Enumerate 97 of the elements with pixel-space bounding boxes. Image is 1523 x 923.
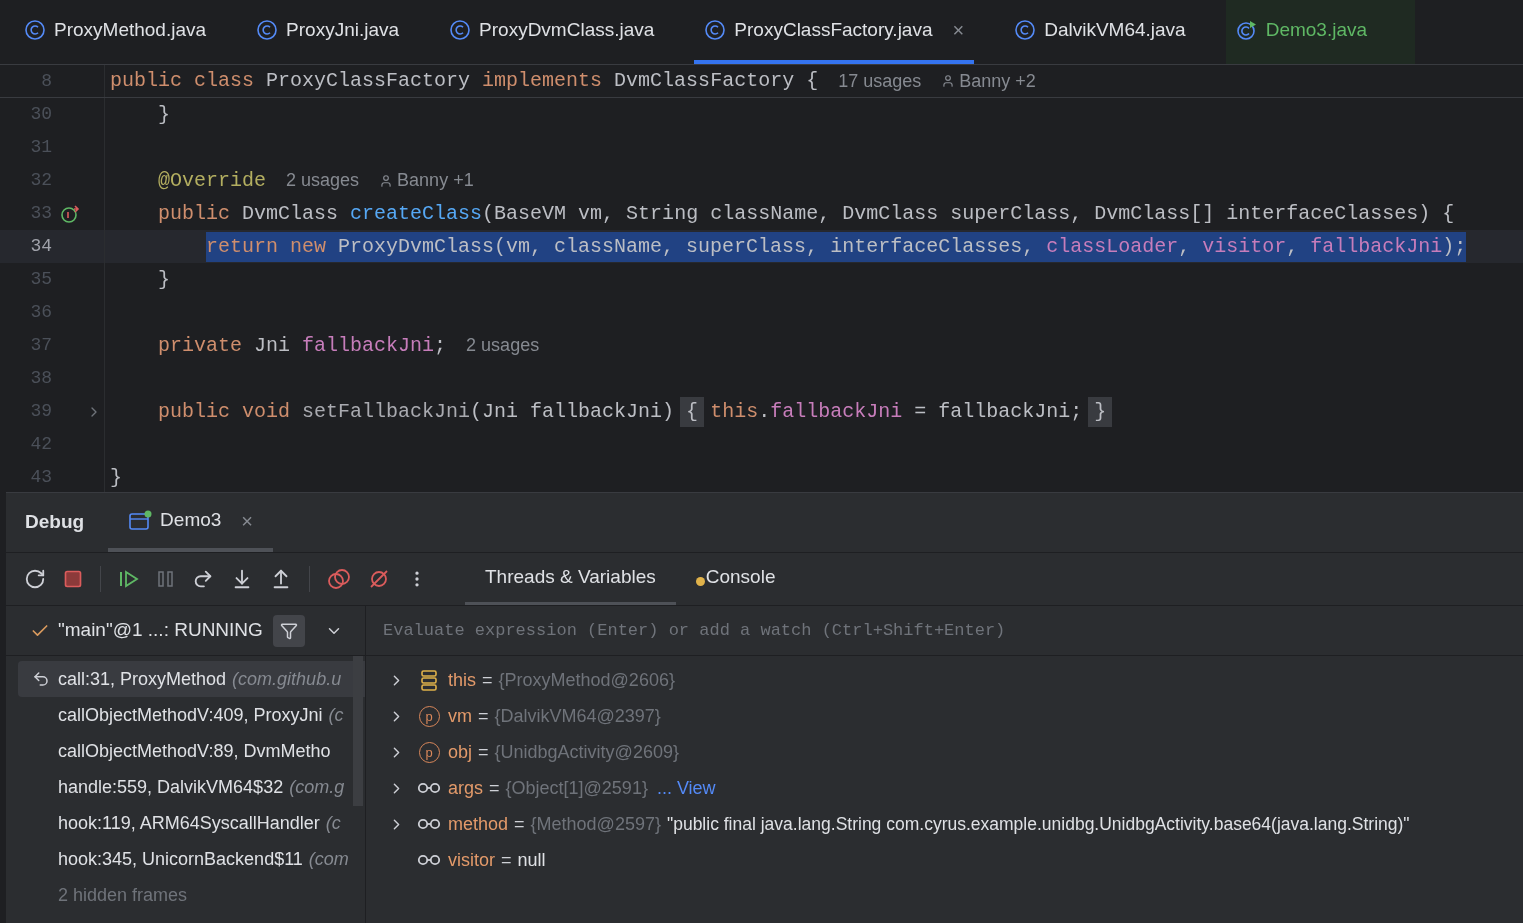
variable-name: args <box>448 776 483 800</box>
editor-tab[interactable]: ProxyMethod.java <box>14 0 217 64</box>
author-icon <box>379 173 394 188</box>
code-token: . <box>758 398 771 425</box>
filter-button[interactable] <box>272 614 305 647</box>
variable-name: method <box>448 812 509 836</box>
override-icon[interactable] <box>60 203 82 224</box>
variable-name: vm <box>448 704 472 728</box>
code-token: = fallbackJni; <box>913 398 1083 425</box>
editor-tab[interactable]: ProxyDvmClass.java <box>439 0 665 64</box>
variable-value: {UnidbgActivity@2609} <box>494 740 679 764</box>
variable-value: null <box>517 848 546 872</box>
code-token: DvmClass <box>242 200 340 227</box>
window-icon <box>128 509 153 532</box>
view-link[interactable]: ... View <box>656 774 716 802</box>
stop-icon[interactable] <box>63 569 83 589</box>
stack-frame[interactable]: hook:119, ARM64SyscallHandler (c <box>18 805 365 841</box>
code-token: fallbackJni <box>770 398 903 425</box>
code-token: setFallbackJni <box>302 398 471 425</box>
close-icon[interactable]: × <box>952 15 965 45</box>
code-token: ProxyClassFactory <box>266 68 472 94</box>
editor-tab[interactable]: ProxyClassFactory.java × <box>694 0 975 64</box>
glasses-icon <box>417 782 441 794</box>
usages-hint[interactable]: 17 usages <box>838 67 922 95</box>
equals-sign: = <box>514 812 525 836</box>
code-token: public <box>157 200 232 227</box>
equals-sign: = <box>478 704 489 728</box>
code-token: public void <box>157 398 292 425</box>
string-value: "public final java.lang.String com.cyrus.example.unidbg.UnidbgActivity.base64(java.lang.String)" <box>666 812 1410 836</box>
code-token: } <box>1088 396 1113 427</box>
code-token: @Override <box>157 167 267 194</box>
editor-tab[interactable]: Demo3.java <box>1225 0 1416 64</box>
class-icon <box>449 19 472 41</box>
scrollbar[interactable] <box>353 656 363 806</box>
runnable-class-icon <box>1235 19 1258 41</box>
class-icon <box>256 19 279 41</box>
view-tab[interactable]: Console <box>675 553 796 605</box>
variable-value: {DalvikVM64@2397} <box>494 704 661 728</box>
code-token: createClass <box>350 200 483 227</box>
code-token: this <box>710 398 759 425</box>
stack-frame[interactable]: call:31, ProxyMethod (com.github.u <box>18 661 365 697</box>
code-token: DvmClassFactory { <box>614 68 819 94</box>
code-token: fallbackJni <box>302 332 435 359</box>
code-token: } <box>157 266 170 293</box>
usages-hint[interactable]: 2 usages <box>466 332 540 359</box>
breakpoints-icon[interactable] <box>327 568 351 590</box>
line-number: 34 <box>29 235 52 258</box>
panel-title: Debug <box>25 510 85 535</box>
return-icon <box>32 670 50 688</box>
editor-tab[interactable]: ProxyJni.java <box>246 0 410 64</box>
code-token: (Jni fallbackJni) <box>470 398 675 425</box>
variable-value: {Method@2597} <box>530 812 661 836</box>
author-hint[interactable]: Banny +1 <box>397 167 474 194</box>
evaluate-field[interactable]: Evaluate expression (Enter) or add a watch (Ctrl+Shift+Enter) <box>366 606 1523 655</box>
variable-value: {ProxyMethod@2606} <box>498 668 675 692</box>
variable-name: obj <box>448 740 473 764</box>
step-over-icon[interactable] <box>192 568 214 590</box>
equals-sign: = <box>478 740 489 764</box>
variable-name: this <box>448 668 476 692</box>
code-token: implements <box>482 68 604 94</box>
stack-frame[interactable]: callObjectMethodV:409, ProxyJni (c <box>18 697 365 733</box>
pause-icon[interactable] <box>157 569 175 589</box>
author-hint[interactable]: Banny +2 <box>959 67 1036 95</box>
selected-code: return new ProxyDvmClass(vm, className, superClass, interfaceClasses, classLoader, visitor, fallbackJni); <box>206 231 1467 262</box>
usages-hint[interactable]: 2 usages <box>286 167 360 194</box>
class-icon <box>704 19 727 41</box>
session-tab[interactable]: Demo3 × <box>108 493 274 552</box>
code-token: { <box>680 396 705 427</box>
code-token: private <box>157 332 244 359</box>
stack-frame[interactable]: callObjectMethodV:89, DvmMetho <box>18 733 365 769</box>
filter-icon <box>279 621 298 640</box>
code-token: ; <box>434 332 447 359</box>
stack-frame[interactable]: handle:559, DalvikVM64$32 (com.g <box>18 769 365 805</box>
variable-name: visitor <box>448 848 495 872</box>
rerun-icon[interactable] <box>24 568 46 590</box>
code-token: } <box>157 101 170 128</box>
code-token: } <box>110 464 122 491</box>
view-tab[interactable]: Threads & Variables <box>465 553 676 605</box>
code-token: (BaseVM vm, String className, DvmClass superClass, DvmClass[] interfaceClasses) { <box>482 200 1455 227</box>
variable-value: {Object[1]@2591} <box>505 776 648 800</box>
thread-selector[interactable]: "main"@1 ...: RUNNING <box>58 616 263 645</box>
equals-sign: = <box>489 776 500 800</box>
editor-tab[interactable]: DalvikVM64.java <box>1004 0 1196 64</box>
stack-icon <box>420 669 438 691</box>
glasses-icon <box>417 854 441 866</box>
mute-breakpoints-icon[interactable] <box>368 568 390 590</box>
code-token: Jni <box>254 332 292 359</box>
resume-icon[interactable] <box>118 569 140 589</box>
stack-frame[interactable]: hook:345, UnicornBackend$11 (com <box>18 841 365 877</box>
close-icon[interactable]: × <box>241 505 254 536</box>
class-icon <box>24 19 46 41</box>
code-token: public class <box>110 68 256 94</box>
equals-sign: = <box>501 848 512 872</box>
glasses-icon <box>417 818 441 830</box>
equals-sign: = <box>482 668 493 692</box>
class-icon <box>1014 19 1037 41</box>
author-icon <box>941 74 956 88</box>
